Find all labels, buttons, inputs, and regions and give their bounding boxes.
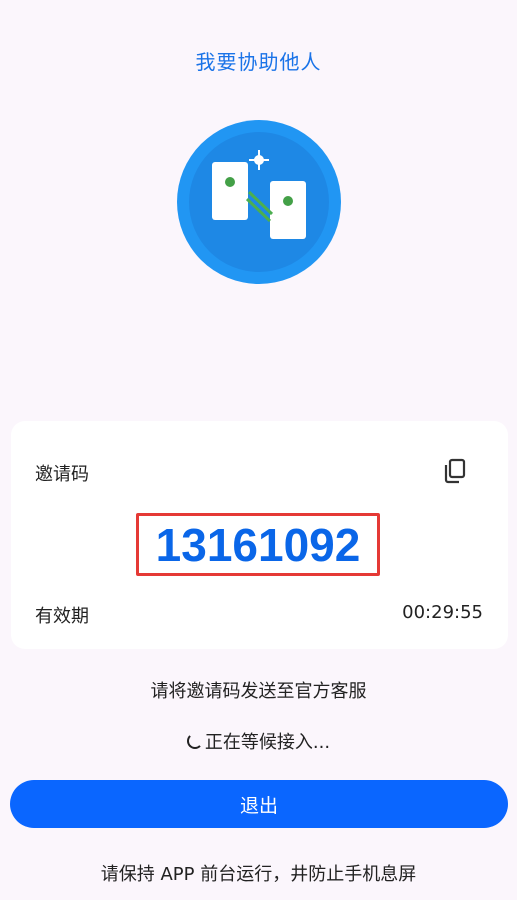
copy-icon[interactable] bbox=[440, 456, 470, 486]
invite-code-value: 13161092 bbox=[155, 519, 361, 571]
waiting-status: 正在等候接入... bbox=[0, 728, 517, 754]
assist-devices-icon bbox=[177, 120, 341, 284]
validity-countdown: 00:29:55 bbox=[402, 602, 483, 623]
invite-code-label: 邀请码 bbox=[35, 464, 89, 485]
instruction-text: 请将邀请码发送至官方客服 bbox=[150, 681, 367, 702]
page-title: 我要协助他人 bbox=[195, 50, 322, 74]
waiting-status-text: 正在等候接入... bbox=[204, 732, 331, 753]
loading-spinner-icon bbox=[186, 733, 203, 749]
exit-button[interactable]: 退出 bbox=[10, 780, 508, 828]
validity-label: 有效期 bbox=[35, 606, 89, 627]
footer-note: 请保持 APP 前台运行，井防止手机息屏 bbox=[100, 864, 417, 885]
